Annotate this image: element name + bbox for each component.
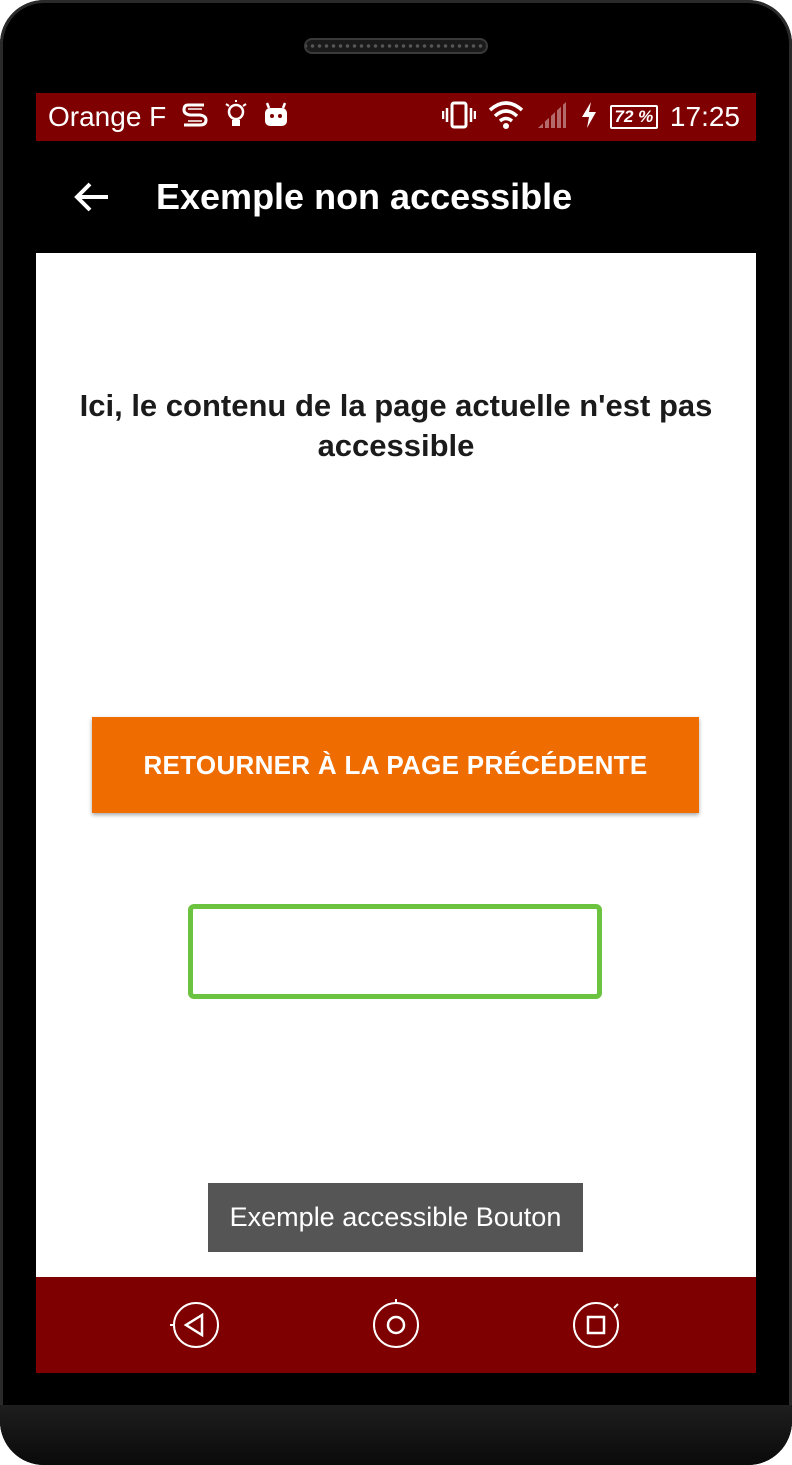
return-previous-page-button[interactable]: RETOURNER À LA PAGE PRÉCÉDENTE xyxy=(92,717,699,813)
navigation-bar xyxy=(36,1277,756,1373)
signal-icon xyxy=(536,100,568,135)
speaker-grille xyxy=(304,38,488,54)
vibrate-icon xyxy=(441,100,477,135)
nav-recents-button[interactable] xyxy=(570,1299,622,1351)
battery-indicator: 72 % xyxy=(609,105,658,129)
nav-back-button[interactable] xyxy=(170,1299,222,1351)
back-icon xyxy=(170,1302,219,1348)
back-button[interactable] xyxy=(64,169,120,225)
status-time: 17:25 xyxy=(669,101,740,132)
home-icon xyxy=(373,1299,419,1348)
lightbulb-icon xyxy=(224,99,248,135)
android-icon xyxy=(262,101,290,134)
screen: Orange F 72 % 17:25 Exemple non accessib… xyxy=(36,93,756,1373)
focus-highlight-box[interactable] xyxy=(188,904,602,999)
phone-frame: Orange F 72 % 17:25 Exemple non accessib… xyxy=(0,0,792,1465)
s-icon xyxy=(180,100,210,135)
carrier-label: Orange F xyxy=(48,101,167,132)
recents-icon xyxy=(573,1302,619,1348)
arrow-left-icon xyxy=(74,182,108,212)
nav-home-button[interactable] xyxy=(370,1299,422,1351)
app-bar: Exemple non accessible xyxy=(36,141,756,253)
wifi-icon xyxy=(488,100,524,135)
phone-chin xyxy=(0,1405,792,1465)
status-bar: Orange F 72 % 17:25 xyxy=(36,93,756,141)
page-title: Exemple non accessible xyxy=(156,176,573,217)
content-message: Ici, le contenu de la page actuelle n'es… xyxy=(79,388,713,463)
charging-icon xyxy=(580,101,598,134)
toast-message: Exemple accessible Bouton xyxy=(208,1183,583,1252)
